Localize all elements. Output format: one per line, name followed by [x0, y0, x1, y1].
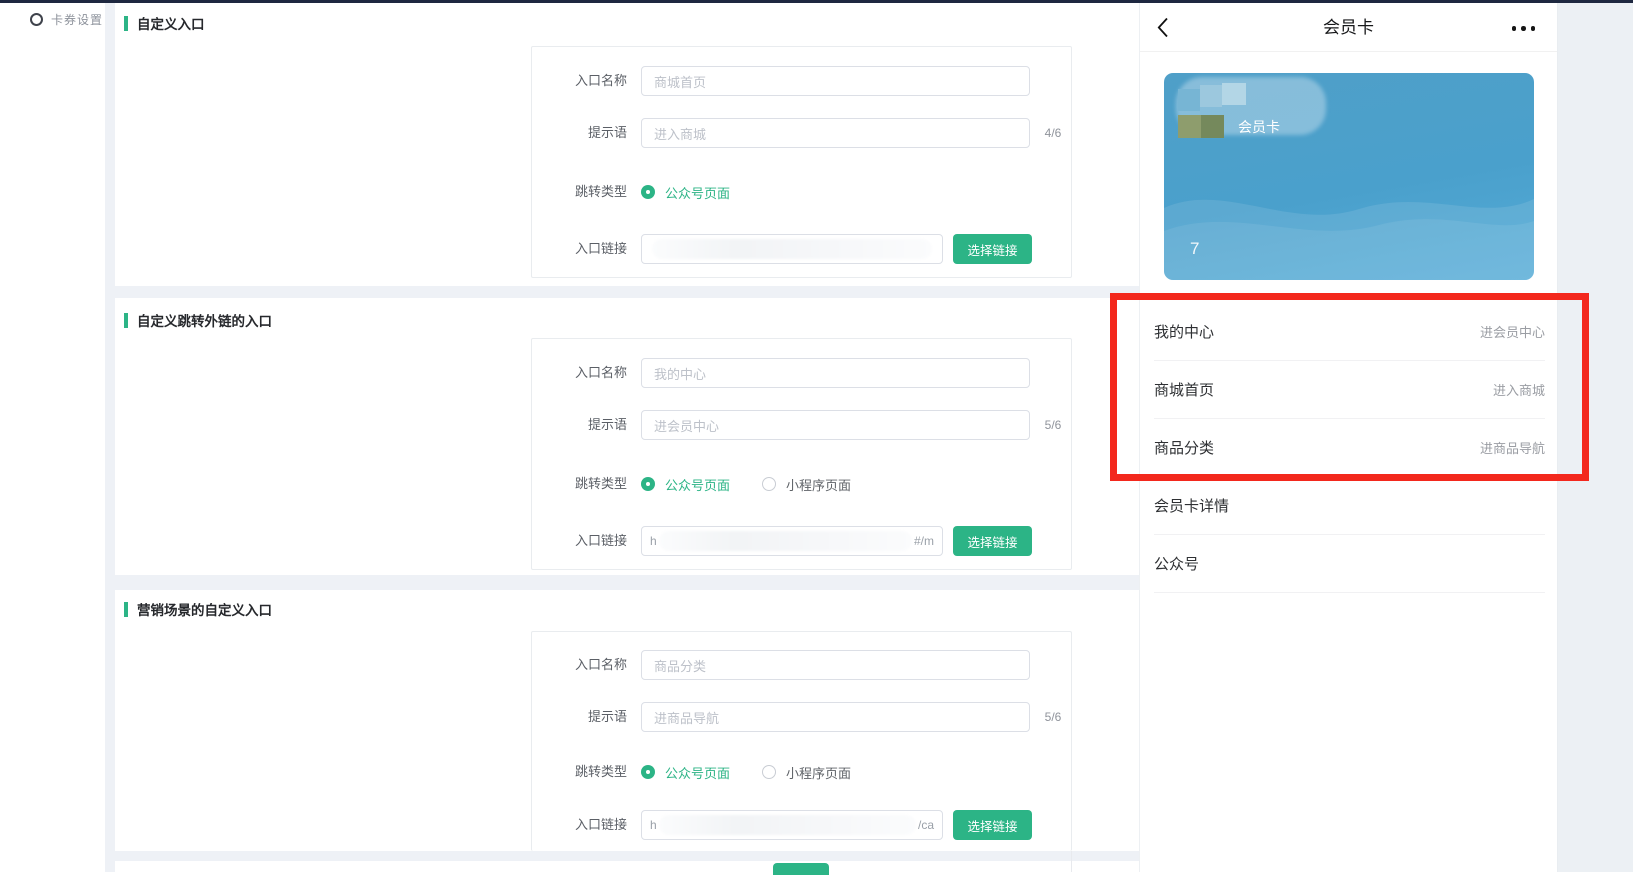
- phone-page-title: 会员卡: [1140, 3, 1557, 52]
- more-menu-icon[interactable]: [1512, 26, 1536, 31]
- radio-selected-icon[interactable]: [641, 477, 655, 491]
- redacted-link-blur: [659, 815, 916, 835]
- save-button[interactable]: [773, 863, 829, 875]
- radio-unselected-icon[interactable]: [762, 477, 776, 491]
- phone-header: 会员卡: [1140, 3, 1557, 52]
- jump-type-options: 公众号页面 小程序页面: [641, 759, 851, 785]
- section-accent-bar: [124, 16, 128, 31]
- section-title-external-link-entry: 自定义跳转外链的入口: [124, 310, 272, 330]
- sidebar-item-card-settings[interactable]: 卡券设置: [30, 11, 103, 28]
- char-counter: 5/6: [1034, 702, 1072, 732]
- select-link-button[interactable]: 选择链接: [953, 526, 1032, 556]
- tip-label: 提示语: [427, 702, 627, 732]
- tip-input[interactable]: 进会员中心: [641, 410, 1030, 440]
- radio-unselected-icon[interactable]: [30, 13, 43, 26]
- radio-option-miniprogram[interactable]: 小程序页面: [786, 475, 851, 494]
- list-item[interactable]: 商城首页 进入商城: [1154, 361, 1545, 419]
- section-title-custom-entry: 自定义入口: [124, 13, 205, 33]
- jump-type-label: 跳转类型: [427, 757, 627, 787]
- entry-name-label: 入口名称: [427, 66, 627, 96]
- radio-option-official-account[interactable]: 公众号页面: [665, 475, 730, 494]
- entry-link-input[interactable]: h /ca: [641, 810, 943, 840]
- tip-label: 提示语: [427, 118, 627, 148]
- entry-name-input[interactable]: 商城首页: [641, 66, 1030, 96]
- right-background: [1558, 3, 1633, 872]
- radio-option-official-account[interactable]: 公众号页面: [665, 183, 730, 202]
- entry-name-label: 入口名称: [427, 358, 627, 388]
- radio-option-official-account[interactable]: 公众号页面: [665, 763, 730, 782]
- entry-name-input[interactable]: 我的中心: [641, 358, 1030, 388]
- sidebar: 卡券设置: [0, 3, 105, 872]
- radio-option-miniprogram[interactable]: 小程序页面: [786, 763, 851, 782]
- section-title-marketing-entry: 营销场景的自定义入口: [124, 599, 272, 619]
- section-gap: [105, 575, 1139, 590]
- char-counter: 5/6: [1034, 410, 1072, 440]
- entry-link-label: 入口链接: [427, 526, 627, 556]
- list-item[interactable]: 公众号: [1154, 535, 1545, 593]
- jump-type-label: 跳转类型: [427, 469, 627, 499]
- card-edge-line: [1071, 851, 1072, 872]
- list-item[interactable]: 我的中心 进会员中心: [1154, 303, 1545, 361]
- radio-selected-icon[interactable]: [641, 765, 655, 779]
- entry-link-input[interactable]: [641, 234, 943, 264]
- entry-name-input[interactable]: 商品分类: [641, 650, 1030, 680]
- radio-unselected-icon[interactable]: [762, 765, 776, 779]
- select-link-button[interactable]: 选择链接: [953, 810, 1032, 840]
- section-accent-bar: [124, 602, 128, 617]
- redacted-link-blur: [659, 531, 912, 551]
- sidebar-divider: [105, 3, 115, 872]
- jump-type-options: 公众号页面 小程序页面: [641, 471, 851, 497]
- jump-type-label: 跳转类型: [427, 177, 627, 207]
- entry-name-label: 入口名称: [427, 650, 627, 680]
- entry-link-label: 入口链接: [427, 810, 627, 840]
- entry-link-input[interactable]: h #/m: [641, 526, 943, 556]
- tip-label: 提示语: [427, 410, 627, 440]
- phone-preview-panel: 会员卡 会员卡 7 我的中心 进会员中心 商城首页 进入商城 商品分类 进商品导…: [1139, 3, 1558, 872]
- section-gap: [105, 286, 1139, 298]
- tip-input[interactable]: 进入商城: [641, 118, 1030, 148]
- card-number: 7: [1190, 239, 1199, 259]
- radio-selected-icon[interactable]: [641, 185, 655, 199]
- entry-link-label: 入口链接: [427, 234, 627, 264]
- section-gap: [105, 851, 1139, 861]
- card-wave-decoration: [1164, 73, 1534, 280]
- char-counter: 4/6: [1034, 118, 1072, 148]
- select-link-button[interactable]: 选择链接: [953, 234, 1032, 264]
- tip-input[interactable]: 进商品导航: [641, 702, 1030, 732]
- list-item[interactable]: 商品分类 进商品导航: [1154, 419, 1545, 477]
- list-item[interactable]: 会员卡详情: [1154, 477, 1545, 535]
- jump-type-options: 公众号页面: [641, 179, 730, 205]
- redacted-link-blur: [652, 239, 932, 259]
- section-accent-bar: [124, 313, 128, 328]
- sidebar-item-label: 卡券设置: [51, 11, 103, 28]
- membership-card: 会员卡 7: [1164, 73, 1534, 280]
